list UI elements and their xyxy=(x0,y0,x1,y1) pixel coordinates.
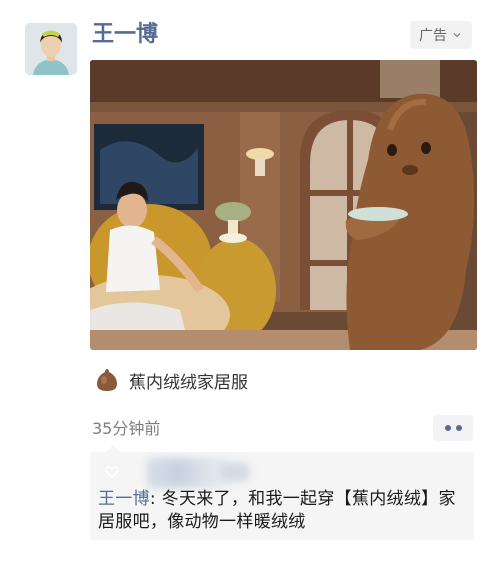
comment: 王一博: 冬天来了，和我一起穿【蕉内绒绒】家居服吧，像动物一样暖绒绒 xyxy=(98,488,468,534)
blurred-likers xyxy=(220,462,250,482)
ad-image[interactable] xyxy=(90,60,477,350)
avatar-image xyxy=(25,23,77,75)
comment-separator: : xyxy=(149,489,162,509)
post-timestamp: 35分钟前 xyxy=(92,419,161,438)
more-dots-icon xyxy=(444,425,451,431)
comment-author[interactable]: 王一博 xyxy=(98,489,150,509)
ad-badge-button[interactable]: 广告 xyxy=(410,21,472,49)
blurred-likers xyxy=(146,458,228,488)
more-dots-icon xyxy=(455,425,462,431)
author-avatar[interactable] xyxy=(25,23,77,75)
post-author-name[interactable]: 王一博 xyxy=(92,18,158,52)
ad-badge-label: 广告 xyxy=(419,28,447,44)
chevron-down-icon xyxy=(453,33,461,38)
brand-name: 蕉内绒绒家居服 xyxy=(129,372,248,393)
likes-row xyxy=(98,456,468,488)
comment-section: 王一博: 冬天来了，和我一起穿【蕉内绒绒】家居服吧，像动物一样暖绒绒 xyxy=(90,445,474,540)
ad-photo xyxy=(90,60,477,350)
brand-row[interactable]: 蕉内绒绒家居服 xyxy=(95,365,248,395)
heart-icon xyxy=(105,466,119,479)
brand-logo-icon xyxy=(97,369,117,391)
more-button[interactable] xyxy=(433,415,473,441)
